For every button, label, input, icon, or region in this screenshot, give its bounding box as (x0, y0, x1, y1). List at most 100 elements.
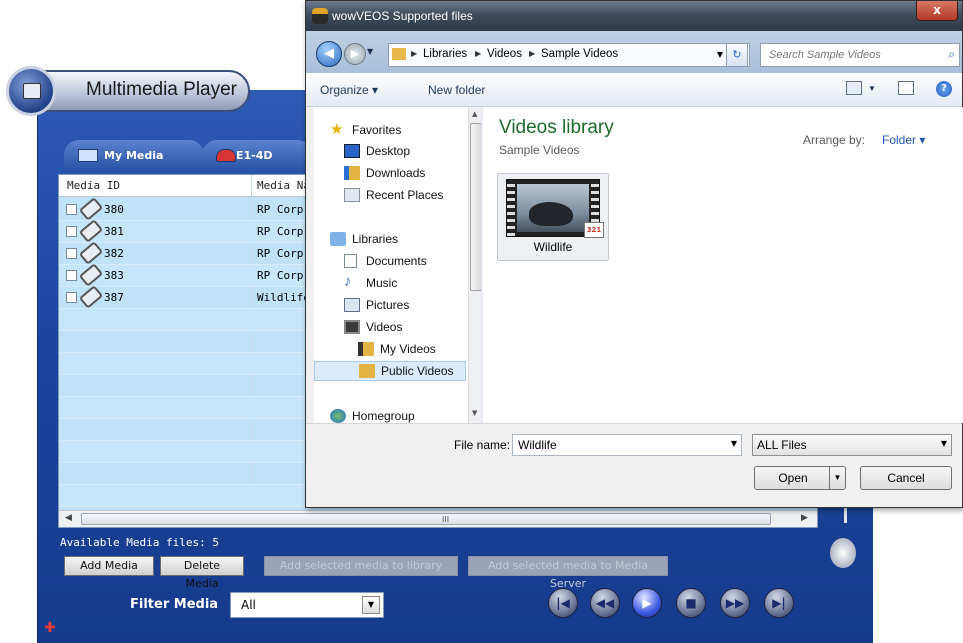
tab-e1-4d[interactable]: E1-4D (202, 140, 312, 170)
folder-icon (359, 364, 375, 378)
view-dropdown-icon[interactable]: ▼ (868, 84, 876, 93)
close-button[interactable]: x (916, 1, 958, 21)
chevron-down-icon[interactable]: ▼ (941, 439, 947, 448)
address-dropdown-icon[interactable]: ▼ (717, 50, 723, 59)
recent-places-icon (344, 188, 360, 202)
file-name-input[interactable] (516, 436, 716, 454)
search-input[interactable] (767, 45, 937, 65)
filter-value: All (241, 598, 256, 612)
music-icon: ♪ (344, 273, 352, 290)
open-file-dialog: wowVEOS Supported files x ◀ ▶ ▼ ▶ Librar… (305, 0, 963, 508)
media-file-icon (78, 219, 104, 243)
homegroup-icon (330, 409, 346, 423)
app-icon (312, 8, 328, 24)
search-box[interactable]: ⌕ (760, 43, 960, 67)
nav-scrollbar[interactable]: ▲ ▼ (468, 107, 481, 423)
open-label: Open (778, 471, 808, 485)
open-split-dropdown-icon[interactable]: ▼ (829, 467, 845, 489)
add-to-server-button[interactable]: Add selected media to Media Server (468, 556, 668, 590)
row-checkbox[interactable] (66, 226, 77, 237)
media-name-cell: RP Corp (257, 203, 304, 216)
preview-pane-icon[interactable] (898, 81, 914, 95)
cancel-button[interactable]: Cancel (860, 466, 952, 490)
delete-media-button[interactable]: Delete Media (160, 556, 244, 590)
chevron-down-icon[interactable]: ▼ (731, 439, 737, 448)
breadcrumb-sample-videos[interactable]: Sample Videos (541, 48, 618, 60)
file-name-label: File name: (454, 438, 511, 452)
stop-icon[interactable]: ■ (676, 588, 706, 618)
media-id-cell: 380 (104, 203, 124, 216)
new-folder-button[interactable]: New folder (428, 83, 485, 97)
available-media-count: Available Media files: 5 (60, 536, 219, 549)
rewind-icon[interactable]: ◀◀ (590, 588, 620, 618)
breadcrumb-videos[interactable]: Videos (487, 48, 522, 60)
dialog-titlebar[interactable]: wowVEOS Supported files x (306, 1, 962, 31)
chevron-down-icon[interactable]: ▼ (362, 596, 380, 614)
media-file-icon (78, 197, 104, 221)
tab-my-media[interactable]: My Media (64, 140, 204, 170)
scroll-grip: III (442, 515, 450, 524)
file-name-combo[interactable]: ▼ (512, 434, 742, 456)
row-checkbox[interactable] (66, 292, 77, 303)
file-type-value: ALL Files (757, 438, 807, 452)
play-icon[interactable]: ▶ (632, 588, 662, 618)
nav-public-videos[interactable]: Public Videos (314, 361, 466, 381)
address-bar[interactable]: ▶ Libraries ▶ Videos ▶ Sample Videos ▼ (388, 43, 750, 67)
player-title-pill: Multimedia Player (6, 62, 250, 118)
change-view-icon[interactable] (846, 81, 862, 95)
media-name-cell: RP Corp (257, 225, 304, 238)
add-media-button[interactable]: Add Media (64, 556, 154, 576)
forward-arrow-icon[interactable]: ▶ (344, 43, 366, 65)
file-item-wildlife[interactable]: 321 Wildlife (497, 173, 609, 261)
breadcrumb-libraries[interactable]: Libraries (423, 48, 467, 60)
settings-icon[interactable]: ✚ (44, 620, 56, 636)
breadcrumb-separator-icon[interactable]: ▶ (529, 49, 535, 58)
row-checkbox[interactable] (66, 248, 77, 259)
media-name-cell: RP Corp (257, 269, 304, 282)
open-button[interactable]: Open ▼ (754, 466, 846, 490)
breadcrumb-separator-icon[interactable]: ▶ (475, 49, 481, 58)
scroll-right-icon[interactable]: ▶ (801, 513, 808, 523)
arrange-by-dropdown[interactable]: Folder ▾ (882, 133, 925, 147)
recent-locations-icon[interactable]: ▼ (367, 47, 373, 56)
previous-track-icon[interactable]: |◀ (548, 588, 578, 618)
scroll-down-icon[interactable]: ▼ (472, 409, 477, 417)
library-title: Videos library (499, 117, 614, 138)
file-type-select[interactable]: ALL Files ▼ (752, 434, 952, 456)
volume-icon[interactable] (830, 538, 856, 568)
column-header-media-name[interactable]: Media Na (257, 179, 310, 192)
arrange-by-label: Arrange by: (803, 133, 866, 147)
horizontal-scrollbar[interactable]: ◀ III ▶ (59, 510, 817, 527)
help-icon[interactable]: ? (936, 81, 952, 97)
add-to-library-button[interactable]: Add selected media to library (264, 556, 458, 576)
back-arrow-icon[interactable]: ◀ (316, 41, 342, 67)
organize-menu[interactable]: Organize ▾ (320, 83, 378, 97)
documents-icon (344, 254, 357, 268)
my-media-icon (78, 149, 98, 162)
tab-label: E1-4D (236, 149, 273, 162)
tab-label: My Media (104, 149, 164, 162)
media-name-cell: RP Corp (257, 247, 304, 260)
scroll-left-icon[interactable]: ◀ (65, 513, 72, 523)
filter-media-select[interactable]: All ▼ (230, 592, 384, 618)
search-icon[interactable]: ⌕ (948, 47, 955, 62)
file-list-pane: Videos library Sample Videos Arrange by:… (483, 107, 963, 423)
dialog-footer: File name: ▼ ALL Files ▼ Open ▼ Cancel (306, 423, 962, 507)
scroll-thumb[interactable]: III (81, 513, 771, 525)
address-bar-area: ◀ ▶ ▼ ▶ Libraries ▶ Videos ▶ Sample Vide… (306, 31, 962, 73)
breadcrumb-separator-icon[interactable]: ▶ (411, 49, 417, 58)
media-id-cell: 387 (104, 291, 124, 304)
fast-forward-icon[interactable]: ▶▶ (720, 588, 750, 618)
player-title: Multimedia Player (86, 79, 237, 100)
folder-icon (392, 48, 406, 60)
row-checkbox[interactable] (66, 270, 77, 281)
column-header-media-id[interactable]: Media ID (67, 179, 120, 192)
media-file-icon (78, 285, 104, 309)
row-checkbox[interactable] (66, 204, 77, 215)
scroll-up-icon[interactable]: ▲ (472, 110, 477, 118)
next-track-icon[interactable]: ▶| (764, 588, 794, 618)
refresh-icon[interactable]: ↻ (726, 43, 748, 67)
nav-scroll-thumb[interactable] (470, 123, 481, 291)
star-icon: ★ (330, 121, 344, 138)
media-player-badge-icon: 321 (584, 222, 604, 238)
